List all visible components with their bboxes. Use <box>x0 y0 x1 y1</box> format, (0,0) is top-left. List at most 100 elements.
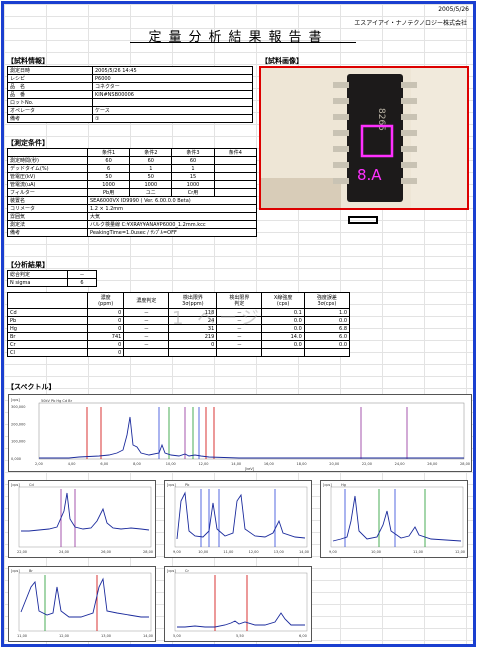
cond-cell: 6 <box>86 164 131 173</box>
cond-row: デッドタイム(%) 6 1 1 <box>7 164 258 173</box>
cond-extra-value: バルク検量線 C:¥XRAY¥ANA¥P6000_1.2mm.kcc <box>87 220 257 229</box>
analysis-cell: Br <box>7 332 88 341</box>
y-tick-label: 200,000 <box>11 422 25 426</box>
analysis-cell: 0.0 <box>303 316 351 325</box>
x-tick-label: 26,00 <box>101 550 111 554</box>
x-tick-label: 9,00 <box>173 550 181 554</box>
sample-info-label: 測定日時 <box>7 66 93 75</box>
y-tick-label: 100,000 <box>11 440 25 444</box>
y-tick-label: 300,000 <box>11 405 25 409</box>
cond-cell: 50 <box>86 172 131 181</box>
sample-info-value <box>92 98 253 107</box>
x-tick-label: 12,00 <box>198 462 208 466</box>
cond-cell: デッドタイム(%) <box>7 164 88 173</box>
analysis-row: Br 741 － 219 － 14.0 6.0 <box>7 332 351 341</box>
selected-cell[interactable] <box>348 216 378 224</box>
sample-info-value: コネクター <box>92 82 253 91</box>
cond-extra-row: 測定法 バルク検量線 C:¥XRAY¥ANA¥P6000_1.2mm.kcc <box>7 220 257 229</box>
analysis-cell: － <box>123 340 170 349</box>
analysis-header-cell: 濃度 (ppm) <box>86 292 125 309</box>
cond-row: 管電流(uA) 1000 1000 1000 <box>7 180 258 189</box>
analysis-cell: Cd <box>7 308 88 317</box>
analysis-cell: 0 <box>86 316 125 325</box>
report-date: 2005/5/26 <box>438 6 469 13</box>
sample-info-value: KIN#NSB00006 <box>92 90 253 99</box>
analysis-header-cell: 強度誤差 3σ(cps) <box>303 292 351 309</box>
sample-info-label: オペレータ <box>7 106 93 115</box>
cond-extra-value: PeakingTime=1.0usec / ｻﾝﾌﾟﾙ=OFF <box>87 228 257 237</box>
section-sample-info: 【試料情報】 <box>7 57 49 65</box>
sample-info-value: ① <box>92 114 253 123</box>
judge-value: － <box>67 270 97 279</box>
cond-cell: 1000 <box>129 180 173 189</box>
analysis-cell <box>216 348 263 357</box>
cond-row: 管電圧(kV) 50 50 15 <box>7 172 258 181</box>
sample-info-row: 測定日時 2005/5/26 14:45 <box>7 66 253 75</box>
cond-cell: 1 <box>129 164 173 173</box>
cond-cell: 1 <box>171 164 215 173</box>
x-tick-label: 22,00 <box>17 550 27 554</box>
spectrum-pb: [cps] Pb 9,00 10,00 11,00 12,00 13,00 14,00 <box>164 480 312 558</box>
x-tick-label: 14,00 <box>299 550 309 554</box>
analysis-cell: 0.1 <box>261 308 305 317</box>
analysis-cell <box>303 348 351 357</box>
section-spectrum: 【スペクトル】 <box>7 383 56 391</box>
analysis-cell: Cr <box>7 340 88 349</box>
cond-cell: 60 <box>171 156 215 165</box>
judge-table: 総合判定－ N sigma 6 <box>7 270 97 287</box>
cond-cell: 管電圧(kV) <box>7 172 88 181</box>
analysis-cell: 0.0 <box>261 340 305 349</box>
cond-header-cell: 条件4 <box>213 148 258 157</box>
y-tick-label: 0,000 <box>11 457 21 461</box>
cond-cell: フィルター <box>7 188 88 197</box>
cond-cell: Pb用 <box>86 188 131 197</box>
x-tick-label: 10,00 <box>371 550 381 554</box>
analysis-cell: 0 <box>86 308 125 317</box>
element-label: Cr <box>185 569 189 573</box>
analysis-cell: Cl <box>7 348 88 357</box>
cond-cell <box>213 164 258 173</box>
analysis-cell: － <box>123 332 170 341</box>
section-analysis: 【分析結果】 <box>7 261 49 269</box>
chip-marking: 8265 <box>376 108 386 131</box>
sample-photo: 8265 8.A <box>259 66 469 210</box>
element-label: Br <box>29 569 33 573</box>
x-tick-label: 4,00 <box>68 462 76 466</box>
cond-cell: Cr用 <box>171 188 215 197</box>
x-tick-label: 12,00 <box>249 550 259 554</box>
x-tick-label: 9,00 <box>329 550 337 554</box>
sigma-label: N sigma <box>7 278 68 287</box>
sample-info-row: レシピ P6000 <box>7 74 253 83</box>
analysis-cell: － <box>123 316 170 325</box>
x-tick-label: 11,00 <box>223 550 233 554</box>
x-tick-label: 14,00 <box>231 462 241 466</box>
cond-cell: 1000 <box>171 180 215 189</box>
cond-extra-value: 1.2 × 1.2mm <box>87 204 257 213</box>
plot-area <box>174 572 308 632</box>
x-tick-label: 13,00 <box>274 550 284 554</box>
cond-header-row: 条件1 条件2 条件3 条件4 <box>7 148 258 157</box>
cond-extra-value: SEA6000VX ID9990 ( Ver. 6.00.0.0 Beta) <box>87 196 257 205</box>
cond-cell: 50 <box>129 172 173 181</box>
analysis-cell: － <box>123 324 170 333</box>
x-tick-label: 24,00 <box>395 462 405 466</box>
analysis-cell: 6.0 <box>303 332 351 341</box>
cond-cell: 管電流(uA) <box>7 180 88 189</box>
analysis-cell: 0.0 <box>261 316 305 325</box>
x-tick-label: 12,00 <box>455 550 465 554</box>
cond-header-cell: 条件2 <box>129 148 173 157</box>
cond-extra-row: 備考 PeakingTime=1.0usec / ｻﾝﾌﾟﾙ=OFF <box>7 228 257 237</box>
sample-info-row: 品 名コネクター <box>7 82 253 91</box>
y-unit: [cps] <box>167 569 176 573</box>
x-tick-label: 12,00 <box>59 634 69 638</box>
conditions-table: 条件1 条件2 条件3 条件4 測定時間(秒) 60 60 60 デッドタイム(%) 6 1 1 管電圧… <box>7 148 258 237</box>
cond-extra-label: 測定法 <box>7 220 88 229</box>
element-label: Pb <box>185 483 190 487</box>
analysis-header-cell: X線強度 (cps) <box>261 292 305 309</box>
y-unit: [cps] <box>11 483 20 487</box>
analysis-cell: 0.0 <box>303 340 351 349</box>
x-tick-label: 20,00 <box>329 462 339 466</box>
spectrum-title: 50kV Pb Hg Cd Br <box>41 399 73 403</box>
analysis-cell: 741 <box>86 332 125 341</box>
analysis-cell <box>168 348 218 357</box>
